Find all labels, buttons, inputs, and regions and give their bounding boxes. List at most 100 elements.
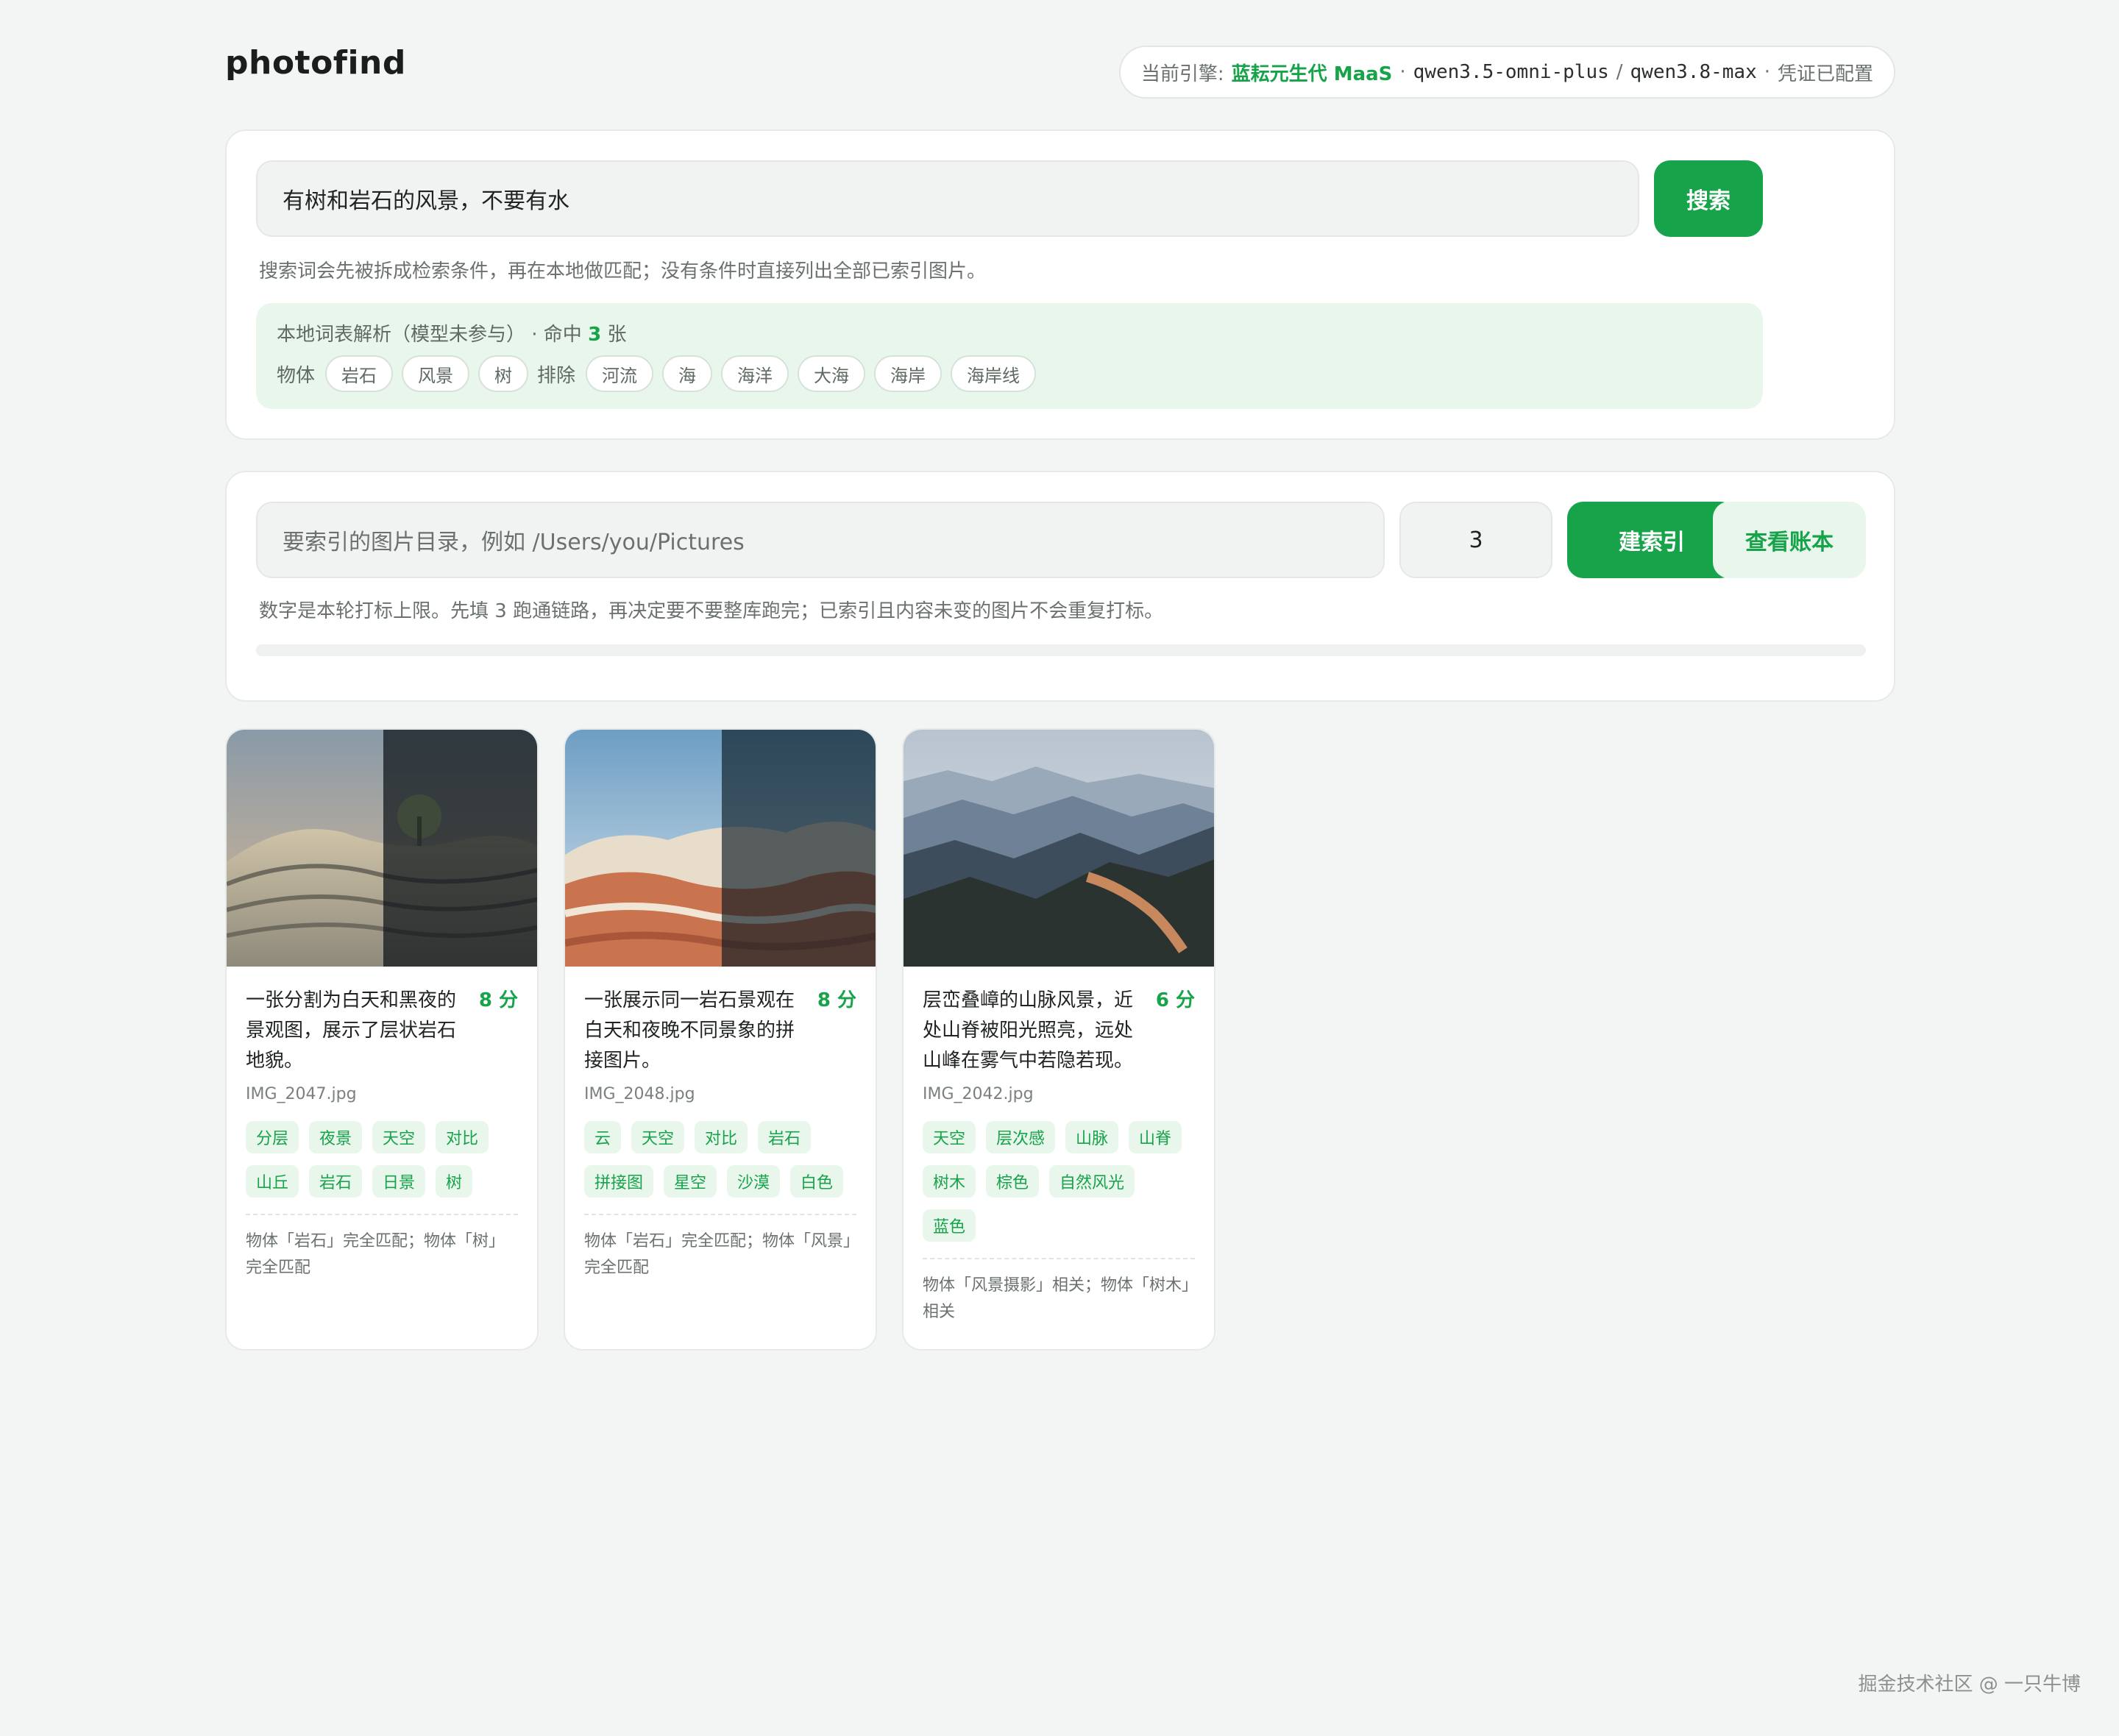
result-divider <box>584 1214 856 1215</box>
result-score: 8 分 <box>478 989 518 1011</box>
result-tag[interactable]: 云 <box>584 1121 622 1153</box>
result-tag[interactable]: 树 <box>436 1165 473 1198</box>
result-score: 6 分 <box>1155 989 1195 1011</box>
result-tag[interactable]: 山脊 <box>1129 1121 1182 1153</box>
result-match-reason: 物体「风景摄影」相关；物体「树木」相关 <box>923 1276 1190 1321</box>
result-tag[interactable]: 岩石 <box>758 1121 812 1153</box>
result-body: 一张分割为白天和黑夜的景观图，展示了层状岩石地貌。 8 分 IMG_2047.jpg… <box>227 967 537 1281</box>
header: photofind 当前引擎: 蓝耘元生代 MaaS · qwen3.5-omn… <box>225 0 1895 129</box>
result-match-reason: 物体「岩石」完全匹配；物体「风景」完全匹配 <box>584 1232 852 1277</box>
parse-hit-prefix: · 命中 <box>531 324 582 346</box>
result-tag[interactable]: 天空 <box>923 1121 976 1153</box>
result-tag[interactable]: 拼接图 <box>584 1165 654 1198</box>
result-thumbnail[interactable] <box>565 730 876 967</box>
result-divider <box>246 1214 518 1215</box>
exclude-chip[interactable]: 海岸线 <box>951 355 1037 392</box>
result-tag[interactable]: 沙漠 <box>727 1165 781 1198</box>
limit-value: 3 <box>1469 527 1483 553</box>
exclude-label: 排除 <box>537 364 576 387</box>
result-tag[interactable]: 树木 <box>923 1165 976 1198</box>
object-chip[interactable]: 岩石 <box>325 355 394 392</box>
result-tags: 云天空 对比 岩石拼接图 星空 沙漠 白色 <box>584 1121 856 1198</box>
result-tag[interactable]: 对比 <box>695 1121 748 1153</box>
search-input[interactable]: 有树和岩石的风景，不要有水 <box>256 160 1639 237</box>
search-query-text: 有树和岩石的风景，不要有水 <box>283 188 569 214</box>
engine-model-primary: qwen3.5-omni-plus <box>1413 61 1609 83</box>
app-root: photofind 当前引擎: 蓝耘元生代 MaaS · qwen3.5-omn… <box>225 0 1895 702</box>
object-label: 物体 <box>277 364 316 387</box>
parse-label: 本地词表解析（模型未参与） <box>277 324 526 346</box>
result-header: 层峦叠嶂的山脉风景，近处山脊被阳光照亮，远处山峰在雾气中若隐若现。 6 分 <box>923 986 1195 1076</box>
result-tag[interactable]: 天空 <box>631 1121 685 1153</box>
result-tag[interactable]: 层次感 <box>986 1121 1056 1153</box>
engine-slash: / <box>1616 61 1623 83</box>
result-header: 一张分割为白天和黑夜的景观图，展示了层状岩石地貌。 8 分 <box>246 986 518 1076</box>
app-title: photofind <box>225 44 406 82</box>
limit-input[interactable]: 3 <box>1399 502 1552 578</box>
result-tag[interactable]: 自然风光 <box>1049 1165 1135 1198</box>
parse-hit-suffix: 张 <box>607 324 627 346</box>
result-header: 一张展示同一岩石景观在白天和夜晚不同景象的拼接图片。 8 分 <box>584 986 856 1076</box>
result-tag[interactable]: 白色 <box>790 1165 844 1198</box>
credential-status: 凭证已配置 <box>1777 63 1873 85</box>
result-divider <box>923 1258 1195 1259</box>
directory-placeholder: 要索引的图片目录，例如 /Users/you/Pictures <box>283 530 745 555</box>
object-chip[interactable]: 风景 <box>402 355 470 392</box>
result-description: 层峦叠嶂的山脉风景，近处山脊被阳光照亮，远处山峰在雾气中若隐若现。 <box>923 989 1134 1072</box>
exclude-chip[interactable]: 海 <box>662 355 713 392</box>
result-filename: IMG_2048.jpg <box>584 1085 695 1103</box>
results-grid: 一张分割为白天和黑夜的景观图，展示了层状岩石地貌。 8 分 IMG_2047.jpg… <box>225 728 1215 1351</box>
result-tag[interactable]: 天空 <box>372 1121 426 1153</box>
result-card[interactable]: 层峦叠嶂的山脉风景，近处山脊被阳光照亮，远处山峰在雾气中若隐若现。 6 分 IMG_… <box>902 728 1215 1351</box>
index-panel: 要索引的图片目录，例如 /Users/you/Pictures 3 建索引 查看… <box>225 471 1895 702</box>
result-body: 层峦叠嶂的山脉风景，近处山脊被阳光照亮，远处山峰在雾气中若隐若现。 6 分 IMG_… <box>904 967 1214 1326</box>
view-ledger-button[interactable]: 查看账本 <box>1713 502 1866 578</box>
result-match-reason: 物体「岩石」完全匹配；物体「树」完全匹配 <box>246 1232 505 1277</box>
search-panel: 有树和岩石的风景，不要有水 搜索 搜索词会先被拆成检索条件，再在本地做匹配；没有… <box>225 129 1895 440</box>
engine-model-secondary: qwen3.8-max <box>1630 61 1757 83</box>
exclude-chip[interactable]: 大海 <box>798 355 866 392</box>
engine-prefix: 当前引擎: <box>1140 63 1224 85</box>
result-tag[interactable]: 棕色 <box>986 1165 1040 1198</box>
result-filename: IMG_2047.jpg <box>246 1085 357 1103</box>
result-tag[interactable]: 山丘 <box>246 1165 299 1198</box>
exclude-chip[interactable]: 海洋 <box>721 355 789 392</box>
result-tag[interactable]: 分层 <box>246 1121 299 1153</box>
parse-hit-count: 3 <box>588 324 602 346</box>
result-description: 一张分割为白天和黑夜的景观图，展示了层状岩石地貌。 <box>246 989 457 1072</box>
result-tags: 分层 夜景 天空 对比山丘 岩石 日景树 <box>246 1121 518 1198</box>
exclude-chip[interactable]: 海岸 <box>874 355 943 392</box>
parse-conditions: 物体 岩石 风景树 排除 河流海海洋 大海 海岸 海岸线 <box>277 355 1742 392</box>
query-parse-panel: 本地词表解析（模型未参与） · 命中 3 张 物体 岩石 风景树 排除 河流海海洋… <box>256 303 1763 409</box>
build-index-button[interactable]: 建索引 <box>1567 502 1736 578</box>
exclude-chip[interactable]: 河流 <box>586 355 654 392</box>
result-tag[interactable]: 山脉 <box>1065 1121 1119 1153</box>
search-hint: 搜索词会先被拆成检索条件，再在本地做匹配；没有条件时直接列出全部已索引图片。 <box>259 260 987 282</box>
result-tags: 天空 层次感 山脉 山脊树木 棕色 自然风光蓝色 <box>923 1121 1195 1242</box>
result-tag[interactable]: 日景 <box>372 1165 426 1198</box>
result-thumbnail[interactable] <box>227 730 537 967</box>
result-tag[interactable]: 夜景 <box>309 1121 363 1153</box>
result-card[interactable]: 一张分割为白天和黑夜的景观图，展示了层状岩石地貌。 8 分 IMG_2047.jpg… <box>225 728 539 1351</box>
directory-input[interactable]: 要索引的图片目录，例如 /Users/you/Pictures <box>256 502 1385 578</box>
engine-provider: 蓝耘元生代 MaaS <box>1231 63 1393 85</box>
result-tag[interactable]: 星空 <box>664 1165 717 1198</box>
index-progress-bar <box>256 644 1866 656</box>
index-hint: 数字是本轮打标上限。先填 3 跑通链路，再决定要不要整库跑完；已索引且内容未变的… <box>259 600 1164 622</box>
result-body: 一张展示同一岩石景观在白天和夜晚不同景象的拼接图片。 8 分 IMG_2048.jp… <box>565 967 876 1281</box>
result-thumbnail[interactable] <box>904 730 1214 967</box>
result-card[interactable]: 一张展示同一岩石景观在白天和夜晚不同景象的拼接图片。 8 分 IMG_2048.jp… <box>564 728 877 1351</box>
watermark: 掘金技术社区 @ 一只牛博 <box>1858 1673 2081 1696</box>
engine-separator: · <box>1399 61 1406 83</box>
result-tag[interactable]: 对比 <box>436 1121 489 1153</box>
engine-separator: · <box>1764 61 1770 83</box>
parse-summary: 本地词表解析（模型未参与） · 命中 3 张 <box>277 319 1742 346</box>
result-score: 8 分 <box>817 989 856 1011</box>
engine-status-pill: 当前引擎: 蓝耘元生代 MaaS · qwen3.5-omni-plus / q… <box>1118 46 1895 99</box>
object-chip[interactable]: 树 <box>478 355 529 392</box>
result-description: 一张展示同一岩石景观在白天和夜晚不同景象的拼接图片。 <box>584 989 795 1072</box>
result-filename: IMG_2042.jpg <box>923 1085 1034 1103</box>
result-tag[interactable]: 蓝色 <box>923 1209 976 1242</box>
result-tag[interactable]: 岩石 <box>309 1165 363 1198</box>
search-button[interactable]: 搜索 <box>1654 160 1763 237</box>
